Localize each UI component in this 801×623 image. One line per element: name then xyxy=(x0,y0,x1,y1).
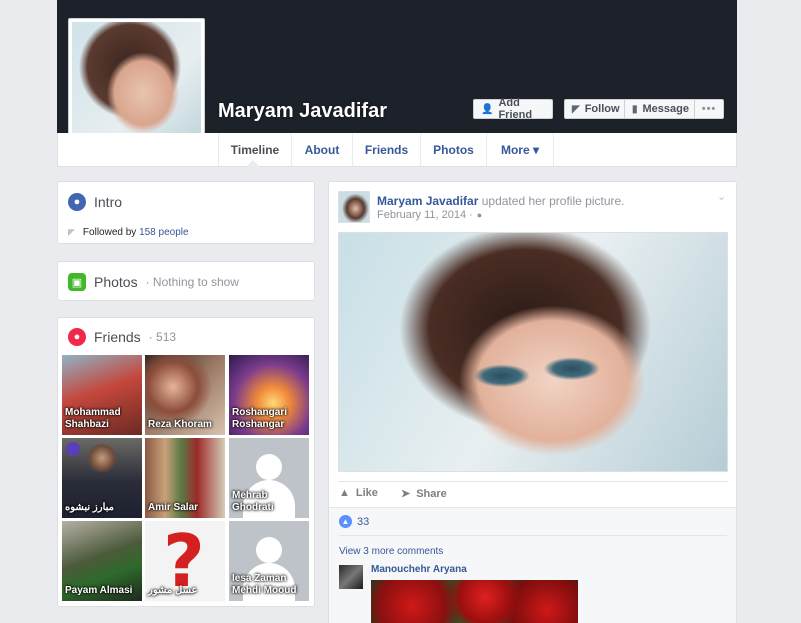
more-options-label: ••• xyxy=(701,103,717,115)
profile-picture-image xyxy=(72,22,201,151)
followed-by-row: ◤ Followed by 158 people xyxy=(68,227,189,238)
friends-title[interactable]: Friends xyxy=(94,329,141,345)
profile-name[interactable]: Maryam Javadifar xyxy=(218,100,387,123)
view-more-comments-link[interactable]: View 3 more comments xyxy=(339,546,443,557)
friend-name[interactable]: Iesa Zaman Mehdi Mooud xyxy=(232,573,306,597)
like-count-row[interactable]: ▲ 33 xyxy=(339,515,369,528)
friend-name[interactable]: Mohammad Shahbazi xyxy=(65,407,139,431)
rss-icon: ◤ xyxy=(68,227,75,237)
friend-tile[interactable]: Iesa Zaman Mehdi Mooud xyxy=(229,521,309,601)
friend-name[interactable]: Roshangari Roshangar xyxy=(232,407,306,431)
intro-title: Intro xyxy=(94,194,123,210)
friend-name[interactable]: Amir Salar xyxy=(148,502,222,514)
photo-icon: ▣ xyxy=(68,273,86,291)
like-label: Like xyxy=(355,487,378,499)
friend-tile[interactable]: Roshangari Roshangar xyxy=(229,355,309,435)
share-button[interactable]: ➤ Share xyxy=(401,487,447,501)
commenter-avatar[interactable] xyxy=(339,565,363,589)
message-label: Message xyxy=(642,103,689,115)
friend-tile[interactable]: Payam Almasi xyxy=(62,521,142,601)
friend-name[interactable]: عسل مشور xyxy=(148,585,222,597)
friend-tile[interactable]: Reza Khoram xyxy=(145,355,225,435)
message-icon: ▮ xyxy=(632,103,638,115)
post-meta: February 11, 2014 · ● xyxy=(377,209,482,221)
post-action-text: updated her profile picture. xyxy=(481,194,625,208)
friend-tile[interactable]: Mehrab Ghodrati xyxy=(229,438,309,518)
friend-tile[interactable]: مبارز نبشوه xyxy=(62,438,142,518)
commenter-name[interactable]: Manouchehr Aryana xyxy=(371,564,467,575)
post-header-text: Maryam Javadifar updated her profile pic… xyxy=(377,194,625,208)
friend-name[interactable]: Payam Almasi xyxy=(65,585,139,597)
more-options-button[interactable]: ••• xyxy=(694,99,724,119)
followed-by-text: Followed by 158 people xyxy=(82,227,189,238)
photos-subtitle: · Nothing to show xyxy=(145,275,239,289)
post-date[interactable]: February 11, 2014 · xyxy=(377,209,473,221)
chevron-down-icon[interactable]: ⌄ xyxy=(717,190,726,203)
like-count: 33 xyxy=(357,515,370,528)
globe-icon: ● xyxy=(68,193,86,211)
friend-tile[interactable]: Mohammad Shahbazi xyxy=(62,355,142,435)
post-author-name[interactable]: Maryam Javadifar xyxy=(377,194,478,208)
friend-tile[interactable]: ? عسل مشور xyxy=(145,521,225,601)
default-avatar-icon xyxy=(256,537,282,563)
add-friend-button[interactable]: 👤 Add Friend xyxy=(473,97,553,121)
globe-icon: ● xyxy=(476,210,483,220)
tab-about[interactable]: About xyxy=(292,133,353,167)
active-tab-caret xyxy=(246,160,260,167)
follow-button[interactable]: ◤ Follow xyxy=(564,99,625,119)
friends-count: · 513 xyxy=(148,330,177,344)
friends-icon: ● xyxy=(68,328,86,346)
friend-name[interactable]: مبارز نبشوه xyxy=(65,502,139,514)
badge-icon xyxy=(66,442,80,456)
intro-header: ● Intro xyxy=(68,193,122,211)
photos-title[interactable]: Photos xyxy=(94,274,138,290)
photos-card: ▣ Photos · Nothing to show xyxy=(57,261,315,301)
add-friend-icon: 👤 xyxy=(481,103,494,115)
photos-header: ▣ Photos · Nothing to show xyxy=(68,273,239,291)
tab-friends[interactable]: Friends xyxy=(353,133,421,167)
post-author-avatar[interactable] xyxy=(338,191,370,223)
friend-name[interactable]: Mehrab Ghodrati xyxy=(232,490,306,514)
like-button[interactable]: ▲ Like xyxy=(339,487,378,499)
friends-header: ● Friends · 513 xyxy=(68,328,176,346)
comment-image[interactable] xyxy=(371,580,578,623)
tab-more[interactable]: More ▾ xyxy=(487,133,554,167)
divider xyxy=(338,481,728,482)
rss-icon: ◤ xyxy=(572,103,580,115)
message-button[interactable]: ▮ Message xyxy=(624,99,695,119)
thumbs-up-icon: ▲ xyxy=(339,487,350,499)
follow-label: Follow xyxy=(584,103,620,115)
divider xyxy=(339,535,727,536)
add-friend-label: Add Friend xyxy=(498,97,533,121)
like-reaction-icon: ▲ xyxy=(339,515,352,528)
default-avatar-icon xyxy=(256,454,282,480)
friend-name[interactable]: Reza Khoram xyxy=(148,419,222,431)
share-arrow-icon: ➤ xyxy=(401,488,411,500)
friend-tile[interactable]: Amir Salar xyxy=(145,438,225,518)
intro-card: ● Intro ◤ Followed by 158 people xyxy=(57,181,315,244)
post-photo[interactable] xyxy=(338,232,728,472)
share-label: Share xyxy=(416,487,447,500)
followers-link[interactable]: 158 people xyxy=(139,227,189,238)
tab-photos[interactable]: Photos xyxy=(421,133,487,167)
